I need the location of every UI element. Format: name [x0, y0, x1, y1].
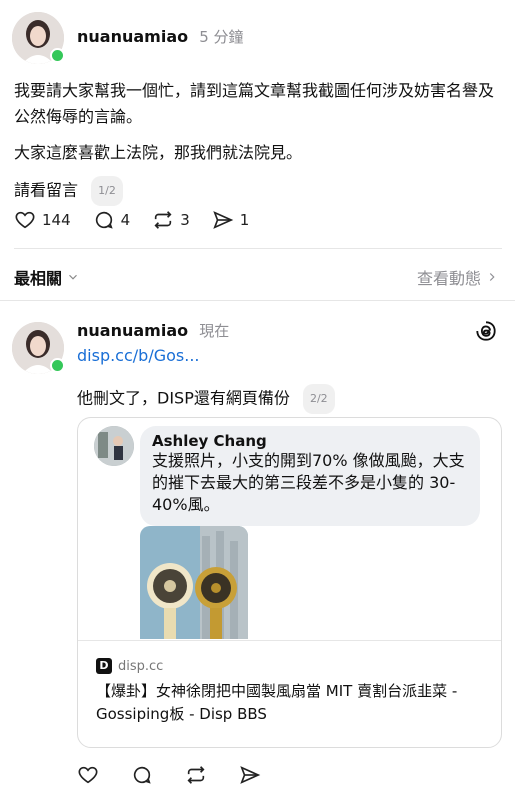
comment-bubble: Ashley Chang 支援照片，小支的開到70% 像做風颱，大支的摧下去最大… [140, 426, 480, 526]
username[interactable]: nuanuamiao [77, 27, 188, 46]
threads-logo-icon[interactable] [475, 320, 497, 346]
share-button[interactable] [239, 764, 267, 786]
post-link[interactable]: disp.cc/b/Gos... [77, 346, 200, 365]
post-paragraph: 請看留言 [14, 180, 79, 200]
heart-icon [15, 211, 35, 229]
post-actions: 144 4 3 1 [14, 209, 249, 231]
fan-photo [140, 526, 248, 639]
view-activity-link[interactable]: 查看動態 [417, 265, 499, 289]
link-source: D disp.cc [96, 658, 163, 674]
repost-button[interactable] [185, 764, 213, 786]
online-status-indicator [50, 48, 65, 63]
post-paragraph: 他刪文了，DISP還有網頁備份 [77, 388, 290, 408]
link-title: 【爆卦】女神徐閉把中國製風扇當 MIT 賣割台派韭菜 - Gossiping板 … [96, 682, 458, 723]
comment-button[interactable]: 4 [93, 209, 131, 231]
send-icon [240, 766, 261, 784]
heart-icon [78, 766, 98, 784]
sort-label: 最相關 [14, 269, 63, 288]
divider [78, 640, 501, 641]
post-actions [77, 764, 267, 786]
repost-icon [187, 766, 205, 784]
post-time: 現在 [199, 322, 230, 340]
post-text: 我要請大家幫我一個忙，請到這篇文章幫我截圖任何涉及妨害名譽及公然侮辱的言論。 大… [14, 78, 502, 206]
username[interactable]: nuanuamiao [77, 321, 188, 340]
comment-icon [133, 766, 151, 784]
comment-text: 支援照片，小支的開到70% 像做風颱，大支的摧下去最大的第三段差不多是小隻的 3… [152, 451, 465, 514]
link-preview-card[interactable]: Ashley Chang 支援照片，小支的開到70% 像做風颱，大支的摧下去最大… [77, 417, 502, 748]
post-text: 他刪文了，DISP還有網頁備份 2/2 [77, 384, 335, 414]
sort-selector[interactable]: 最相關 [14, 265, 80, 289]
view-activity-label: 查看動態 [416, 269, 481, 288]
disp-logo-icon: D [96, 658, 112, 674]
post-paragraph: 大家這麼喜歡上法院，那我們就法院見。 [14, 143, 303, 162]
chevron-right-icon [489, 273, 495, 281]
like-button[interactable]: 144 [14, 209, 71, 231]
divider [14, 248, 502, 249]
share-button[interactable]: 1 [212, 209, 250, 231]
post-header: nuanuamiao 5 分鐘 [77, 26, 244, 47]
like-count: 144 [42, 211, 71, 229]
divider [0, 300, 515, 301]
post-paragraph: 我要請大家幫我一個忙，請到這篇文章幫我截圖任何涉及妨害名譽及公然侮辱的言論。 [14, 81, 495, 126]
repost-button[interactable]: 3 [152, 209, 190, 231]
page-indicator: 2/2 [302, 384, 335, 414]
link-text: disp.cc/b/Gos... [77, 346, 200, 365]
comment-button[interactable] [131, 764, 159, 786]
online-status-indicator [50, 358, 65, 373]
comment-icon [95, 211, 113, 229]
comment-count: 4 [120, 211, 131, 229]
repost-count: 3 [180, 211, 190, 229]
like-button[interactable] [77, 764, 105, 786]
share-count: 1 [239, 211, 250, 229]
repost-icon [154, 211, 172, 229]
send-icon [213, 211, 234, 229]
page-indicator: 1/2 [91, 176, 123, 206]
post-header: nuanuamiao 現在 [77, 320, 229, 341]
commenter-name: Ashley Chang [152, 432, 267, 450]
post-time: 5 分鐘 [199, 28, 244, 46]
commenter-avatar [94, 426, 134, 466]
source-domain: disp.cc [118, 658, 164, 674]
chevron-down-icon [69, 274, 77, 280]
